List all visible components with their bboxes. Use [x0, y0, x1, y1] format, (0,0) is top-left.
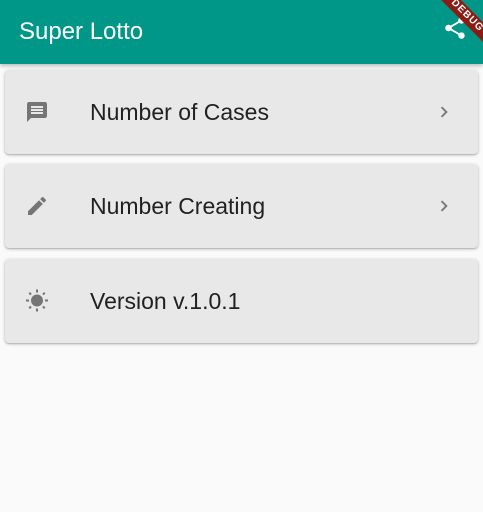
- brightness-icon: [26, 289, 48, 312]
- share-icon: [445, 17, 465, 39]
- pencil-icon: [28, 196, 47, 215]
- menu-item-label: Version v.1.0.1: [90, 288, 241, 314]
- app-title: Super Lotto: [19, 18, 144, 45]
- menu-item-label: Number of Cases: [90, 99, 269, 125]
- menu-item-version[interactable]: Version v.1.0.1: [5, 259, 478, 343]
- chevron-right-icon: [440, 200, 448, 212]
- menu-item-number-of-cases[interactable]: Number of Cases: [5, 70, 478, 154]
- menu-item-number-creating[interactable]: Number Creating: [5, 164, 478, 248]
- menu-item-label: Number Creating: [90, 193, 266, 219]
- share-button[interactable]: [441, 14, 469, 42]
- chevron-right-icon: [440, 106, 448, 118]
- message-icon: [27, 102, 47, 122]
- app-bar: Super Lotto: [0, 0, 483, 64]
